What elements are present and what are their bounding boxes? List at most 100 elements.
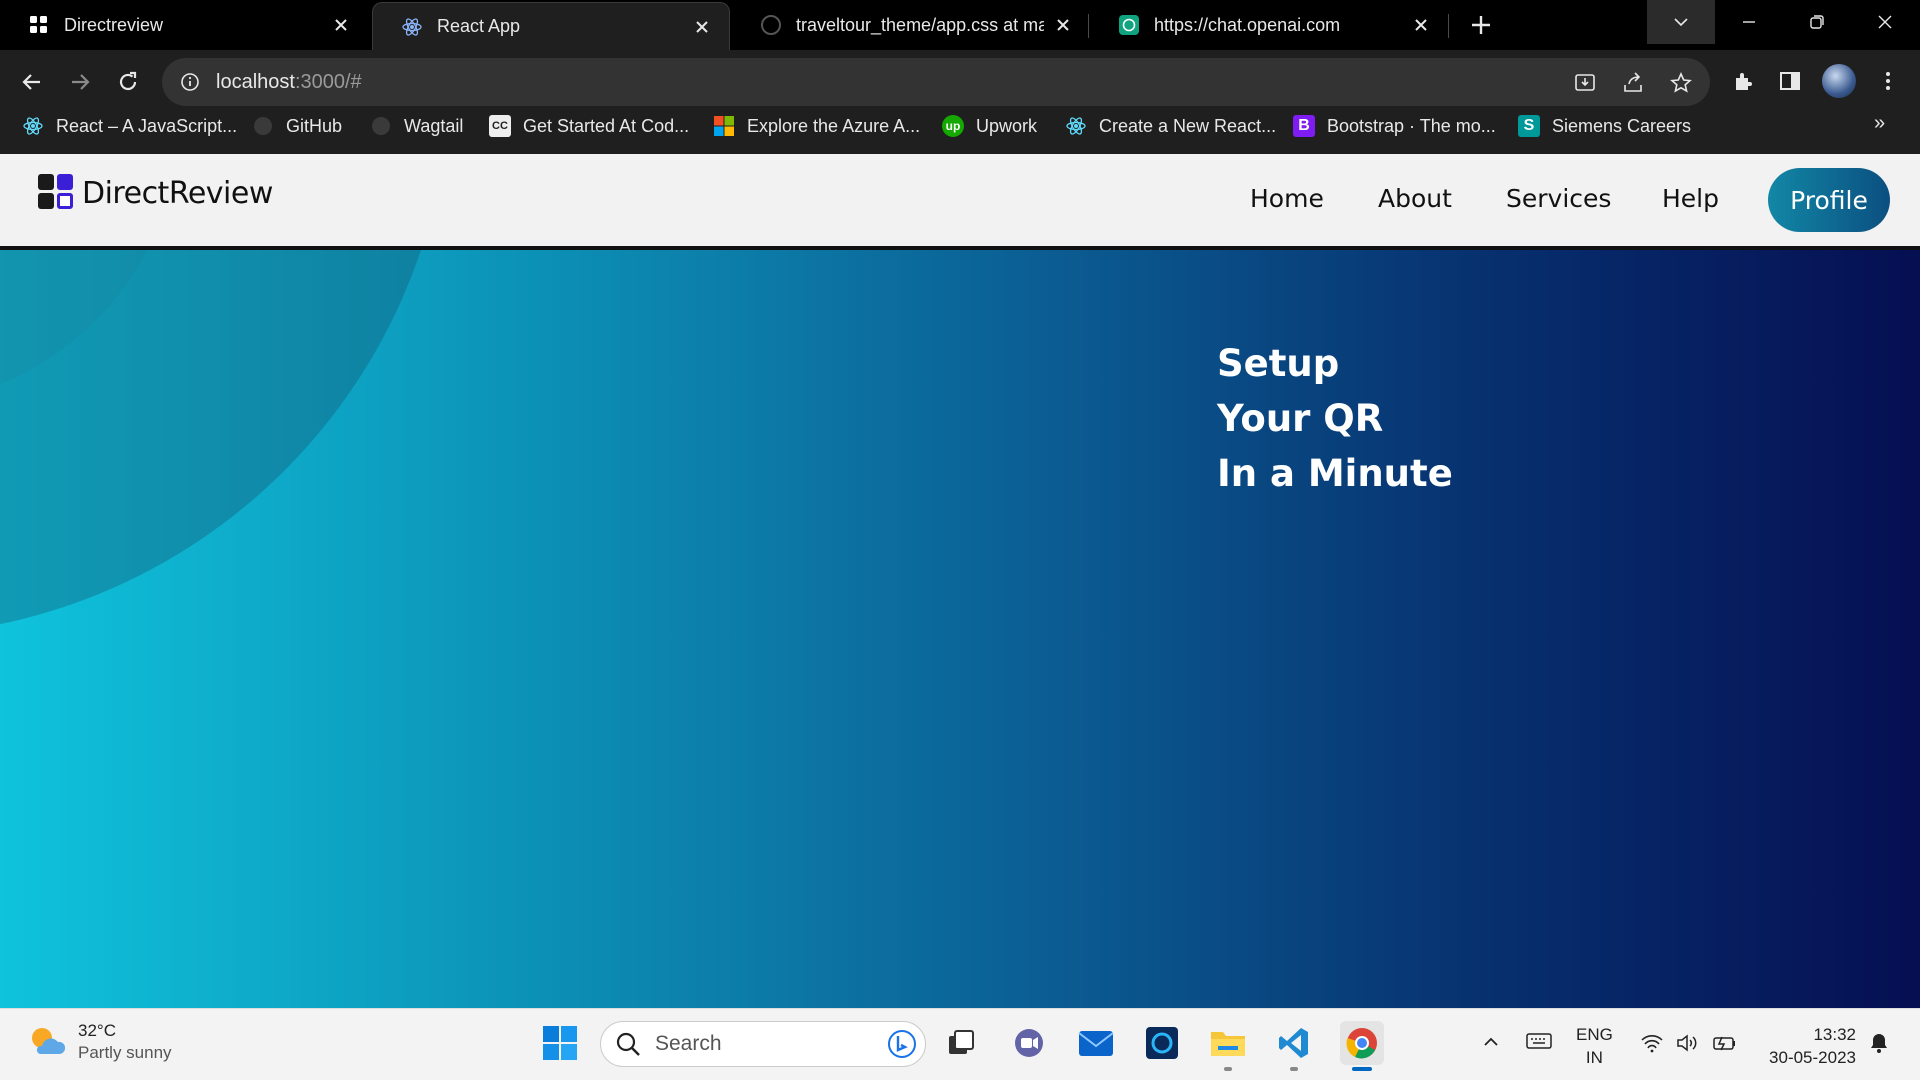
cc-icon: CC: [489, 115, 511, 137]
bookmark-codecademy[interactable]: CC Get Started At Cod...: [489, 108, 689, 144]
battery-icon[interactable]: [1712, 1033, 1738, 1058]
partly-sunny-icon: [28, 1024, 66, 1060]
upwork-icon: up: [942, 115, 964, 137]
openai-icon: [1118, 14, 1140, 36]
tab-directreview[interactable]: Directreview: [0, 0, 368, 50]
more-menu-icon[interactable]: [1871, 64, 1905, 98]
input-language-button[interactable]: ENG IN: [1576, 1023, 1613, 1069]
github-icon: [760, 14, 782, 36]
close-icon[interactable]: [1410, 14, 1432, 36]
notifications-icon[interactable]: [1868, 1031, 1890, 1060]
bookmark-bootstrap[interactable]: B Bootstrap · The mo...: [1293, 108, 1496, 144]
forward-arrow-icon: [72, 74, 90, 90]
tab-react-app[interactable]: React App: [372, 2, 730, 50]
wifi-icon[interactable]: [1640, 1033, 1664, 1058]
vscode-button[interactable]: [1274, 1023, 1314, 1063]
profile-button[interactable]: Profile: [1768, 168, 1890, 232]
bookmark-github[interactable]: GitHub: [252, 108, 342, 144]
hero-section: Setup Your QR In a Minute: [0, 246, 1920, 1008]
bookmark-siemens[interactable]: S Siemens Careers: [1518, 108, 1691, 144]
chrome-icon: [1346, 1028, 1377, 1059]
keyboard-icon[interactable]: [1526, 1031, 1552, 1056]
teams-chat-button[interactable]: [1009, 1023, 1049, 1063]
minimize-icon: [1743, 21, 1755, 23]
mail-icon: [1078, 1031, 1114, 1056]
siemens-icon: S: [1518, 115, 1540, 137]
hero-line: Your QR: [1217, 397, 1384, 440]
close-window-button[interactable]: [1851, 0, 1919, 44]
bookmark-azure[interactable]: Explore the Azure A...: [713, 108, 920, 144]
vscode-icon: [1279, 1028, 1308, 1058]
chrome-button[interactable]: [1340, 1021, 1384, 1065]
task-view-button[interactable]: [941, 1023, 981, 1063]
chevron-down-icon: [1674, 18, 1688, 27]
nav-home[interactable]: Home: [1250, 184, 1324, 213]
bookmark-react[interactable]: React – A JavaScript...: [22, 108, 237, 144]
tab-title: traveltour_theme/app.css at main: [796, 14, 1044, 35]
search-icon: [616, 1032, 640, 1056]
side-panel-icon[interactable]: [1773, 64, 1807, 98]
weather-widget[interactable]: 32°C Partly sunny: [28, 1021, 172, 1063]
folder-icon: [1211, 1032, 1245, 1056]
grid-app-icon: [28, 14, 50, 36]
bookmark-wagtail[interactable]: Wagtail: [370, 108, 463, 144]
windows-taskbar: 32°C Partly sunny Search ENG IN 13:32 30…: [0, 1008, 1920, 1080]
close-icon[interactable]: [691, 16, 713, 38]
address-bar[interactable]: localhost:3000/#: [162, 58, 1710, 106]
hero-line: In a Minute: [1217, 452, 1453, 495]
cortana-button[interactable]: [1142, 1023, 1182, 1063]
nav-services[interactable]: Services: [1506, 184, 1611, 213]
tab-separator: [1448, 14, 1449, 38]
close-icon[interactable]: [330, 14, 352, 36]
mail-button[interactable]: [1076, 1023, 1116, 1063]
logo-text: DirectReview: [82, 175, 273, 211]
nav-about[interactable]: About: [1378, 184, 1452, 213]
tab-title: https://chat.openai.com: [1154, 14, 1341, 35]
start-button[interactable]: [540, 1023, 580, 1063]
weather-desc: Partly sunny: [78, 1043, 172, 1062]
search-placeholder: Search: [655, 1032, 722, 1055]
url-text: localhost:3000/#: [216, 70, 362, 93]
show-hidden-icons-button[interactable]: [1482, 1033, 1500, 1056]
github-icon: [370, 115, 392, 137]
extensions-icon[interactable]: [1726, 64, 1760, 98]
close-icon: [1878, 15, 1892, 29]
minimize-button[interactable]: [1715, 0, 1783, 44]
teams-chat-icon: [1015, 1029, 1043, 1057]
new-tab-button[interactable]: [1466, 10, 1496, 40]
bing-icon: [888, 1030, 916, 1058]
tab-chatgpt[interactable]: https://chat.openai.com: [1090, 0, 1448, 50]
tab-search-button[interactable]: [1647, 0, 1715, 44]
install-app-icon[interactable]: [1572, 70, 1598, 96]
react-icon: [1065, 115, 1087, 137]
github-icon: [252, 115, 274, 137]
bookmarks-overflow-button[interactable]: »: [1874, 112, 1885, 135]
bootstrap-icon: B: [1293, 115, 1315, 137]
chevron-up-icon: [1484, 1037, 1498, 1046]
taskbar-search[interactable]: Search: [600, 1021, 926, 1067]
file-explorer-button[interactable]: [1208, 1023, 1248, 1063]
nav-help[interactable]: Help: [1662, 184, 1719, 213]
tab-github[interactable]: traveltour_theme/app.css at main: [732, 0, 1090, 50]
bookmark-upwork[interactable]: up Upwork: [942, 108, 1037, 144]
profile-avatar[interactable]: [1822, 64, 1856, 98]
bookmark-create-react[interactable]: Create a New React...: [1065, 108, 1276, 144]
react-icon: [22, 115, 44, 137]
active-indicator: [1352, 1067, 1372, 1071]
site-logo[interactable]: DirectReview: [38, 174, 273, 212]
volume-icon[interactable]: [1676, 1033, 1700, 1058]
site-info-icon[interactable]: [178, 70, 202, 94]
microsoft-icon: [713, 115, 735, 137]
windows-start-icon: [543, 1026, 577, 1060]
react-icon: [401, 16, 423, 38]
web-page: DirectReview Home About Services Help Pr…: [0, 154, 1920, 1008]
bookmark-star-icon[interactable]: [1668, 70, 1694, 96]
reload-button[interactable]: [110, 64, 146, 100]
close-icon[interactable]: [1052, 14, 1074, 36]
taskbar-clock[interactable]: 13:32 30-05-2023: [1756, 1023, 1856, 1069]
back-button[interactable]: [14, 64, 50, 100]
tab-strip: Directreview React App traveltour_theme/…: [0, 0, 1920, 50]
share-icon[interactable]: [1620, 70, 1646, 96]
restore-button[interactable]: [1783, 0, 1851, 44]
forward-button[interactable]: [62, 64, 98, 100]
